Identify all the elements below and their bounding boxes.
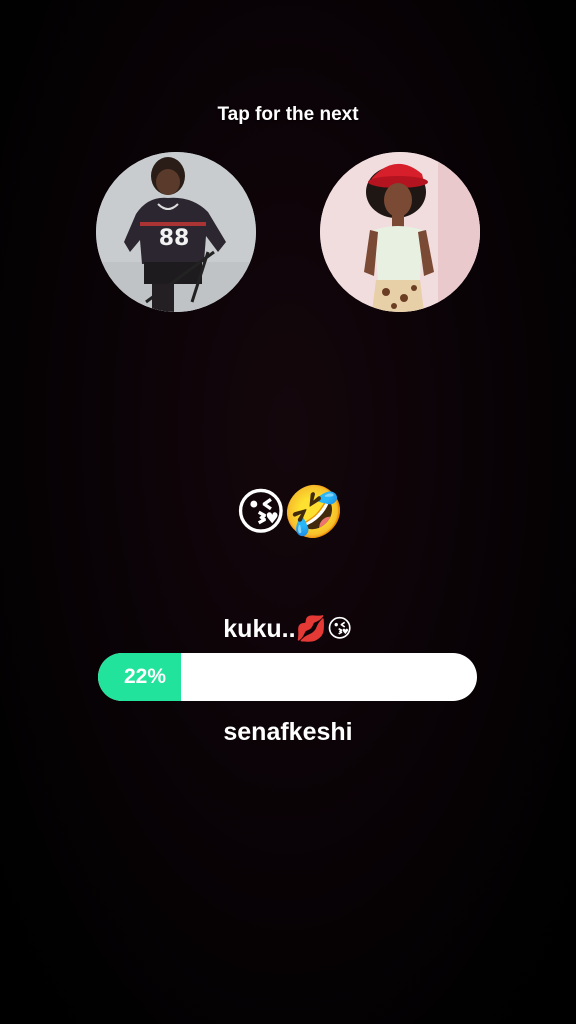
poll-screen[interactable]: Tap for the next 88 😘🤣 kuku..💋😘 22% sena… [0,0,576,1024]
poll-option-top-label: kuku..💋😘 [223,615,353,643]
poll-result-bar[interactable]: 22% [98,653,477,701]
poll-option-bottom-label: senafkeshi [223,718,353,746]
jersey-person-icon: 88 [96,152,256,312]
tap-next-hint: Tap for the next [217,104,359,125]
jersey-number: 88 [159,226,190,251]
reaction-emojis: 😘🤣 [234,484,345,540]
poll-percent-label: 22% [124,665,167,688]
avatar-left-person-photo[interactable]: 88 [96,152,256,312]
avatar-right-person-photo[interactable] [320,152,480,312]
red-cap-person-icon [320,152,480,312]
